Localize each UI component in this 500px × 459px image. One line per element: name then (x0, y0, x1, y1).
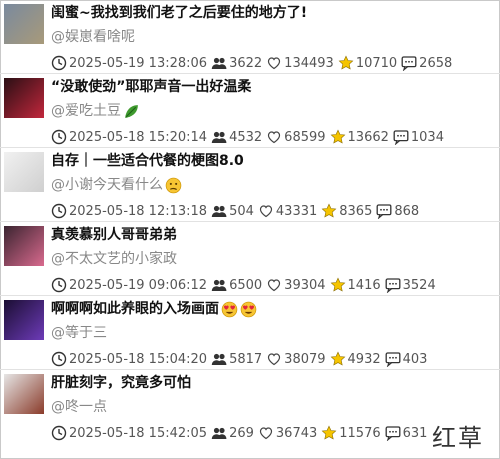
clock-icon (51, 277, 67, 293)
star-count: 8365 (339, 203, 373, 219)
star-count: 1416 (347, 277, 381, 293)
star-count: 13662 (347, 129, 389, 145)
leaf-icon (123, 103, 140, 120)
like-count: 36743 (275, 425, 318, 441)
comment-count: 3524 (402, 277, 436, 293)
users-icon (211, 203, 227, 219)
users-icon (211, 425, 227, 441)
heart-icon[interactable] (258, 203, 274, 219)
follower-count: 504 (229, 203, 254, 219)
item-author[interactable]: @娱崽看啥呢 (51, 27, 135, 47)
item-author[interactable]: @咚一点 (51, 397, 107, 417)
comment-count: 2658 (419, 55, 453, 71)
follower-count: 4532 (229, 129, 263, 145)
clock-icon (51, 203, 67, 219)
heart-icon[interactable] (266, 351, 282, 367)
thumbnail-image[interactable] (4, 226, 44, 266)
list-item[interactable]: 自存｜一些适合代餐的梗图8.0 @小谢今天看什么 2025-05-18 12:1… (0, 148, 500, 222)
clock-icon (51, 55, 67, 71)
post-date: 2025-05-19 09:06:12 (69, 277, 208, 293)
list-item[interactable]: 啊啊啊如此养眼的入场画面 @等于三 2025-05-18 15:04:20 58… (0, 296, 500, 370)
users-icon (211, 351, 227, 367)
thumbnail-image[interactable] (4, 374, 44, 414)
item-title[interactable]: 啊啊啊如此养眼的入场画面 (51, 299, 491, 319)
item-author[interactable]: @不太文艺的小家政 (51, 249, 177, 269)
star-count: 4932 (347, 351, 381, 367)
comment-icon[interactable] (376, 203, 392, 220)
clock-icon (51, 425, 67, 441)
comment-icon[interactable] (385, 277, 401, 294)
list-item[interactable]: 肝脏刻字，究竟多可怕 @咚一点 2025-05-18 15:42:05 269 … (0, 370, 500, 444)
users-icon (211, 129, 227, 145)
star-count: 11576 (339, 425, 381, 441)
item-title[interactable]: 真羡慕别人哥哥弟弟 (51, 225, 491, 245)
comment-icon[interactable] (393, 129, 409, 146)
item-title[interactable]: 肝脏刻字，究竟多可怕 (51, 373, 491, 393)
like-count: 68599 (284, 129, 326, 145)
item-meta: 2025-05-18 15:42:05 269 36743 11576 631 (51, 424, 431, 442)
list-item[interactable]: “没敢使劲”耶耶声音一出好温柔 @爱吃土豆 2025-05-18 15:20:1… (0, 74, 500, 148)
item-author[interactable]: @小谢今天看什么 (51, 175, 182, 195)
star-icon[interactable] (330, 129, 346, 145)
comment-icon[interactable] (401, 55, 417, 72)
watermark: 红草 (432, 424, 484, 452)
star-icon[interactable] (330, 351, 346, 367)
thumbnail-image[interactable] (4, 152, 44, 192)
item-meta: 2025-05-19 13:28:06 3622 134493 10710 26… (51, 54, 456, 72)
clock-icon (51, 351, 67, 367)
item-author[interactable]: @爱吃土豆 (51, 101, 140, 121)
list-item[interactable]: 真羡慕别人哥哥弟弟 @不太文艺的小家政 2025-05-19 09:06:12 … (0, 222, 500, 296)
thumbnail-image[interactable] (4, 78, 44, 118)
comment-count: 403 (402, 351, 428, 367)
follower-count: 5817 (229, 351, 263, 367)
follower-count: 3622 (229, 55, 263, 71)
follower-count: 6500 (229, 277, 263, 293)
item-meta: 2025-05-18 15:20:14 4532 68599 13662 103… (51, 128, 448, 146)
heart-icon[interactable] (266, 55, 282, 71)
post-date: 2025-05-19 13:28:06 (69, 55, 208, 71)
like-count: 39304 (284, 277, 326, 293)
follower-count: 269 (229, 425, 254, 441)
item-meta: 2025-05-18 12:13:18 504 43331 8365 868 (51, 202, 423, 220)
like-count: 134493 (284, 55, 334, 71)
heart-eyes-icon (240, 301, 257, 318)
post-date: 2025-05-18 15:20:14 (69, 129, 208, 145)
like-count: 38079 (284, 351, 326, 367)
list-item[interactable]: 闺蜜~我找到我们老了之后要住的地方了! @娱崽看啥呢 2025-05-19 13… (0, 0, 500, 74)
users-icon (211, 277, 227, 293)
thumbnail-image[interactable] (4, 300, 44, 340)
feed-list: 闺蜜~我找到我们老了之后要住的地方了! @娱崽看啥呢 2025-05-19 13… (0, 0, 500, 444)
thumbnail-image[interactable] (4, 4, 44, 44)
item-title[interactable]: “没敢使劲”耶耶声音一出好温柔 (51, 77, 491, 97)
users-icon (211, 55, 227, 71)
heart-icon[interactable] (266, 129, 282, 145)
clock-icon (51, 129, 67, 145)
comment-count: 868 (394, 203, 420, 219)
like-count: 43331 (275, 203, 318, 219)
star-icon[interactable] (330, 277, 346, 293)
item-meta: 2025-05-18 15:04:20 5817 38079 4932 403 (51, 350, 431, 368)
comment-icon[interactable] (385, 351, 401, 368)
post-date: 2025-05-18 15:42:05 (69, 425, 208, 441)
post-date: 2025-05-18 12:13:18 (69, 203, 208, 219)
item-title[interactable]: 自存｜一些适合代餐的梗图8.0 (51, 151, 491, 171)
comment-icon[interactable] (385, 425, 401, 442)
post-date: 2025-05-18 15:04:20 (69, 351, 208, 367)
heart-icon[interactable] (266, 277, 282, 293)
confused-face-icon (165, 177, 182, 194)
comment-count: 1034 (410, 129, 444, 145)
star-count: 10710 (355, 55, 398, 71)
item-title[interactable]: 闺蜜~我找到我们老了之后要住的地方了! (51, 3, 491, 23)
heart-eyes-icon (221, 301, 238, 318)
star-icon[interactable] (338, 55, 354, 71)
star-icon[interactable] (321, 425, 337, 441)
heart-icon[interactable] (258, 425, 274, 441)
item-author[interactable]: @等于三 (51, 323, 107, 343)
item-meta: 2025-05-19 09:06:12 6500 39304 1416 3524 (51, 276, 440, 294)
comment-count: 631 (402, 425, 428, 441)
star-icon[interactable] (321, 203, 337, 219)
